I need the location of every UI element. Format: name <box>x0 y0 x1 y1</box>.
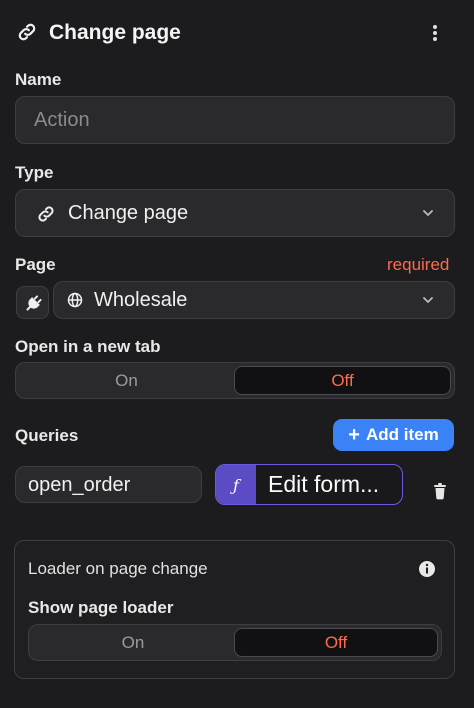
name-input[interactable]: Action <box>15 96 455 144</box>
query-key-value: open_order <box>28 474 131 496</box>
type-select[interactable]: Change page <box>15 189 455 237</box>
loader-section: Loader on page change Show page loader O… <box>14 540 455 679</box>
show-loader-segmented-control[interactable]: On Off <box>28 624 442 661</box>
name-placeholder: Action <box>34 109 90 131</box>
show-loader-on-option[interactable]: On <box>32 628 234 657</box>
query-value-input[interactable]: ƒ Edit form... <box>215 464 403 505</box>
required-indicator: required <box>387 255 450 274</box>
show-loader-off-option[interactable]: Off <box>234 628 438 657</box>
header-link-icon <box>16 21 38 43</box>
type-value: Change page <box>68 202 189 224</box>
trash-icon[interactable] <box>432 482 448 500</box>
query-value: Edit form... <box>268 471 380 497</box>
chevron-down-icon <box>423 210 433 217</box>
page-label: Page <box>15 255 56 274</box>
new-tab-label: Open in a new tab <box>15 337 161 356</box>
add-item-label: Add item <box>365 425 439 444</box>
new-tab-on-option[interactable]: On <box>19 366 234 395</box>
more-vertical-icon[interactable] <box>428 22 442 44</box>
chevron-down-icon <box>423 297 433 304</box>
globe-icon <box>67 292 83 308</box>
info-icon[interactable] <box>418 560 436 578</box>
function-icon: ƒ <box>233 476 239 495</box>
type-link-icon <box>36 204 56 224</box>
plug-icon <box>26 295 42 311</box>
loader-title: Loader on page change <box>28 559 208 578</box>
page-select[interactable]: Wholesale <box>53 281 455 319</box>
show-loader-label: Show page loader <box>28 598 174 617</box>
plus-icon: + <box>348 424 360 446</box>
new-tab-off-option[interactable]: Off <box>234 366 451 395</box>
page-value: Wholesale <box>94 289 188 311</box>
function-badge[interactable]: ƒ <box>216 465 256 504</box>
query-key-input[interactable]: open_order <box>15 466 202 503</box>
name-label: Name <box>15 70 62 89</box>
add-item-button[interactable]: + Add item <box>333 419 454 451</box>
new-tab-segmented-control[interactable]: On Off <box>15 362 455 399</box>
panel-title: Change page <box>49 21 181 44</box>
page-binding-toggle[interactable] <box>16 286 49 319</box>
type-label: Type <box>15 163 54 182</box>
queries-label: Queries <box>15 426 79 445</box>
